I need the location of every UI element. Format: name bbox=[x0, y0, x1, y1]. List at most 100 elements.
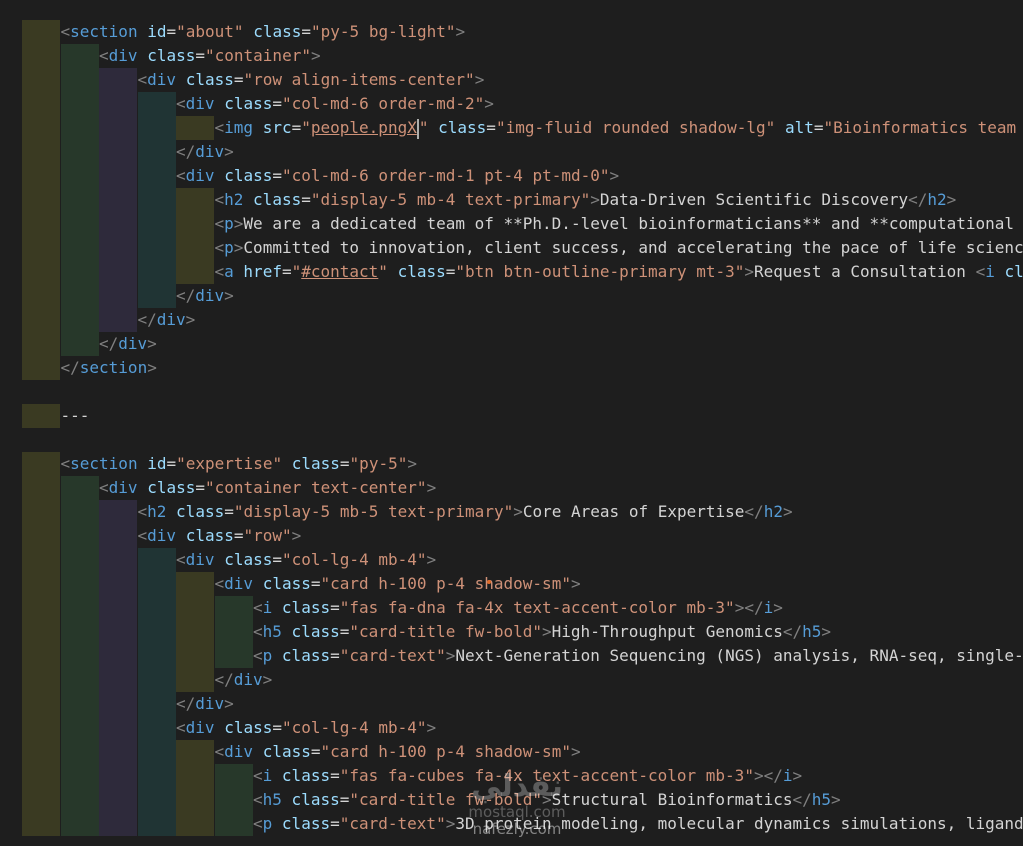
code-line[interactable]: <p>Committed to innovation, client succe… bbox=[0, 236, 1023, 260]
code-line[interactable]: <p>We are a dedicated team of **Ph.D.-le… bbox=[0, 212, 1023, 236]
code-token: class bbox=[262, 574, 311, 593]
code-line[interactable]: <p class="card-text">Next-Generation Seq… bbox=[0, 644, 1023, 668]
code-line[interactable]: <div class="row align-items-center"> bbox=[0, 68, 1023, 92]
indent-guide bbox=[22, 212, 60, 236]
code-token: class bbox=[397, 262, 446, 281]
code-line[interactable]: <div class="col-lg-4 mb-4"> bbox=[0, 716, 1023, 740]
code-text: <section id="expertise" class="py-5"> bbox=[61, 452, 417, 476]
code-line[interactable] bbox=[0, 380, 1023, 404]
code-line[interactable]: </div> bbox=[0, 668, 1023, 692]
code-line[interactable]: <h2 class="display-5 mb-4 text-primary">… bbox=[0, 188, 1023, 212]
code-line[interactable]: </div> bbox=[0, 692, 1023, 716]
code-token: alt bbox=[784, 118, 814, 137]
code-line[interactable] bbox=[0, 0, 1023, 20]
code-token: < bbox=[253, 766, 263, 785]
code-token: </ bbox=[176, 286, 196, 305]
code-line[interactable]: <div class="card h-100 p-4 shadow-sm"> bbox=[0, 572, 1023, 596]
indent-guide bbox=[60, 668, 99, 692]
code-line[interactable]: </div> bbox=[0, 332, 1023, 356]
code-line[interactable]: </div> bbox=[0, 140, 1023, 164]
code-line[interactable]: <div class="col-md-6 order-md-2"> bbox=[0, 92, 1023, 116]
code-text: <div class="col-lg-4 mb-4"> bbox=[176, 716, 436, 740]
code-text: <p>We are a dedicated team of **Ph.D.-le… bbox=[215, 212, 1015, 236]
indent-guide bbox=[137, 164, 176, 188]
code-text: --- bbox=[61, 404, 90, 428]
code-text: <div class="card h-100 p-4 shadow-sm"> bbox=[215, 740, 581, 764]
code-line[interactable]: <div class="container"> bbox=[0, 44, 1023, 68]
code-line[interactable]: <div class="card h-100 p-4 shadow-sm"> bbox=[0, 740, 1023, 764]
code-line[interactable]: </div> bbox=[0, 284, 1023, 308]
indent-guide bbox=[137, 764, 176, 788]
code-token: "display-5 mb-4 text-primary" bbox=[310, 190, 591, 209]
code-editor[interactable]: <section id="about" class="py-5 bg-light… bbox=[0, 0, 1023, 846]
code-line[interactable]: <div class="col-lg-4 mb-4"> bbox=[0, 548, 1023, 572]
code-token: "btn btn-outline-primary mt-3" bbox=[455, 262, 745, 281]
problem-marker-icon bbox=[487, 580, 491, 584]
code-token: section bbox=[70, 22, 138, 41]
indent-guide bbox=[176, 260, 214, 284]
indent-guide bbox=[176, 572, 214, 596]
code-line[interactable]: <h2 class="display-5 mb-5 text-primary">… bbox=[0, 500, 1023, 524]
code-token: section bbox=[70, 454, 138, 473]
indent-guide bbox=[22, 68, 60, 92]
code-line[interactable]: <div class="container text-center"> bbox=[0, 476, 1023, 500]
code-token: </ bbox=[792, 790, 812, 809]
indent-guide bbox=[22, 620, 60, 644]
code-line[interactable]: <p class="card-text">3D protein modeling… bbox=[0, 812, 1023, 836]
code-token: = bbox=[330, 646, 340, 665]
code-token: > bbox=[224, 286, 234, 305]
code-token: > bbox=[407, 454, 417, 473]
code-line[interactable]: <section id="expertise" class="py-5"> bbox=[0, 452, 1023, 476]
indent-guide bbox=[99, 188, 137, 212]
code-token: "img-fluid rounded shadow-lg" bbox=[495, 118, 776, 137]
code-line[interactable]: --- bbox=[0, 404, 1023, 428]
code-text: <i class="fas fa-cubes fa-4x text-accent… bbox=[253, 764, 802, 788]
code-token: p bbox=[262, 646, 273, 665]
code-line[interactable]: <i class="fas fa-cubes fa-4x text-accent… bbox=[0, 764, 1023, 788]
indent-guide bbox=[99, 716, 137, 740]
code-token: = bbox=[330, 814, 340, 833]
indent-guide bbox=[22, 284, 60, 308]
code-token: div bbox=[224, 574, 254, 593]
code-token: > bbox=[782, 502, 793, 521]
code-token: < bbox=[214, 262, 225, 281]
indent-guide bbox=[99, 524, 137, 548]
code-text: <div class="col-md-6 order-md-2"> bbox=[176, 92, 494, 116]
code-line[interactable]: <h5 class="card-title fw-bold">High-Thro… bbox=[0, 620, 1023, 644]
indent-guide bbox=[22, 740, 60, 764]
indent-guide bbox=[22, 548, 60, 572]
code-line[interactable]: <img src="people.pngX " class="img-fluid … bbox=[0, 116, 1023, 140]
code-token: > bbox=[262, 670, 273, 689]
code-token: --- bbox=[60, 406, 90, 425]
code-token: img bbox=[224, 118, 254, 137]
code-line[interactable]: </div> bbox=[0, 308, 1023, 332]
indent-guide bbox=[22, 236, 60, 260]
indent-guide bbox=[176, 764, 214, 788]
code-token: > bbox=[426, 478, 437, 497]
code-line[interactable]: <div class="col-md-6 order-md-1 pt-4 pt-… bbox=[0, 164, 1023, 188]
code-token: "col-md-6 order-md-2" bbox=[282, 94, 485, 113]
indent-guide bbox=[60, 236, 99, 260]
code-line[interactable]: <i class="fas fa-dna fa-4x text-accent-c… bbox=[0, 596, 1023, 620]
code-token: > bbox=[590, 190, 600, 209]
indent-guide bbox=[22, 812, 60, 836]
code-token: div bbox=[147, 70, 177, 89]
code-line[interactable]: <section id="about" class="py-5 bg-light… bbox=[0, 20, 1023, 44]
indent-guide bbox=[176, 668, 214, 692]
code-line[interactable] bbox=[0, 428, 1023, 452]
code-token: "card-title fw-bold" bbox=[349, 790, 543, 809]
code-text: </div> bbox=[176, 284, 234, 308]
code-token: class bbox=[281, 814, 331, 833]
indent-guide bbox=[60, 548, 99, 572]
code-token: people.pngX bbox=[310, 118, 417, 137]
code-line[interactable]: <h5 class="card-title fw-bold">Structura… bbox=[0, 788, 1023, 812]
code-line[interactable]: </section> bbox=[0, 356, 1023, 380]
code-line[interactable]: <a href="#contact" class="btn btn-outlin… bbox=[0, 260, 1023, 284]
code-line[interactable]: <div class="row"> bbox=[0, 524, 1023, 548]
code-token: src bbox=[262, 118, 292, 137]
